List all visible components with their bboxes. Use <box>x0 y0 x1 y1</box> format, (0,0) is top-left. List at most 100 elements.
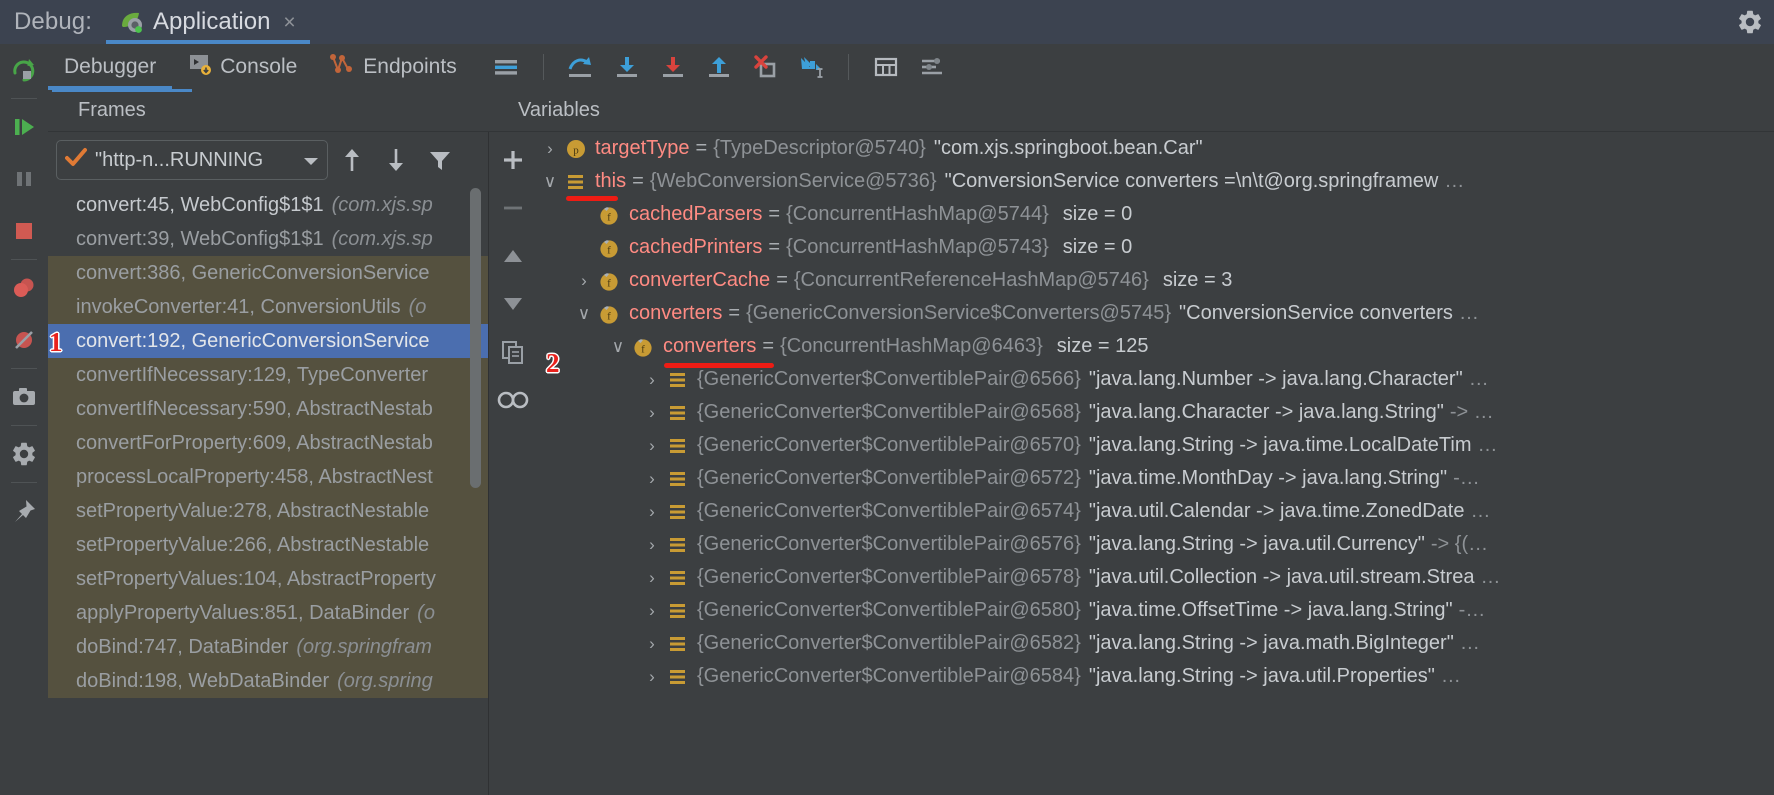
frame-row[interactable]: convertIfNecessary:129, TypeConverter <box>48 358 488 392</box>
chevron-right-icon[interactable]: › <box>639 627 665 660</box>
chevron-right-icon[interactable]: › <box>639 660 665 693</box>
variable-name: converterCache <box>629 264 770 297</box>
frame-row[interactable]: convert:192, GenericConversionService <box>48 324 488 358</box>
frame-row[interactable]: convert:39, WebConfig$1$1(com.xjs.sp <box>48 222 488 256</box>
variable-overflow: -> … <box>1450 396 1494 429</box>
frame-row[interactable]: setPropertyValue:266, AbstractNestable <box>48 528 488 562</box>
frame-row[interactable]: doBind:198, WebDataBinder(org.spring <box>48 664 488 698</box>
remove-watch-icon[interactable] <box>489 184 537 232</box>
variable-row[interactable]: ›{GenericConverter$ConvertiblePair@6572}… <box>537 462 1774 495</box>
variable-row[interactable]: ∨this={WebConversionService@5736}"Conver… <box>537 165 1774 198</box>
tab-endpoints[interactable]: Endpoints <box>313 44 472 90</box>
tab-application[interactable]: Application × <box>106 0 310 44</box>
move-up-icon[interactable] <box>332 140 372 180</box>
resume-program-icon[interactable] <box>0 101 48 153</box>
run-to-cursor-icon[interactable] <box>788 44 834 90</box>
layout-settings-icon[interactable] <box>483 44 529 90</box>
close-icon[interactable]: × <box>283 12 295 33</box>
move-down-icon[interactable] <box>376 140 416 180</box>
variable-row[interactable]: ›{GenericConverter$ConvertiblePair@6568}… <box>537 396 1774 429</box>
field-icon: f <box>631 335 657 359</box>
debugger-tabstrip: Debugger Console <box>48 44 1774 90</box>
drop-frame-icon[interactable] <box>742 44 788 90</box>
chevron-down-icon[interactable]: ∨ <box>605 330 631 363</box>
step-out-icon[interactable] <box>696 44 742 90</box>
variable-value: "java.lang.Number -> java.lang.Character… <box>1089 363 1463 396</box>
variables-tree[interactable]: ›ptargetType={TypeDescriptor@5740}"com.x… <box>537 132 1774 795</box>
variable-row[interactable]: ∨fconverters={GenericConversionService$C… <box>537 297 1774 330</box>
chevron-right-icon[interactable]: › <box>639 528 665 561</box>
frame-row[interactable]: invokeConverter:41, ConversionUtils(o <box>48 290 488 324</box>
mute-breakpoints-icon[interactable] <box>0 314 48 366</box>
settings-gear-icon[interactable] <box>0 428 48 480</box>
pin-icon[interactable] <box>0 485 48 537</box>
chevron-right-icon[interactable]: › <box>639 561 665 594</box>
pause-program-icon[interactable] <box>0 153 48 205</box>
chevron-right-icon[interactable]: › <box>639 594 665 627</box>
inspect-icon[interactable] <box>489 376 537 424</box>
camera-icon[interactable] <box>0 371 48 423</box>
frame-method: convertForProperty:609, AbstractNestab <box>76 432 433 455</box>
tab-console[interactable]: Console <box>172 44 313 90</box>
frame-row[interactable]: convert:386, GenericConversionService <box>48 256 488 290</box>
variable-row[interactable]: ›{GenericConverter$ConvertiblePair@6574}… <box>537 495 1774 528</box>
frame-row[interactable]: setPropertyValues:104, AbstractProperty <box>48 562 488 596</box>
variable-row[interactable]: ›{GenericConverter$ConvertiblePair@6576}… <box>537 528 1774 561</box>
frame-row[interactable]: convertForProperty:609, AbstractNestab <box>48 426 488 460</box>
move-watch-down-icon[interactable] <box>489 280 537 328</box>
copy-value-icon[interactable] <box>489 328 537 376</box>
chevron-down-icon[interactable]: ∨ <box>571 297 597 330</box>
parameter-icon: p <box>563 138 589 160</box>
frame-row[interactable]: processLocalProperty:458, AbstractNest <box>48 460 488 494</box>
frames-panel-header: Frames <box>48 90 488 132</box>
chevron-right-icon[interactable]: › <box>639 363 665 396</box>
show-execution-point-icon[interactable] <box>909 44 955 90</box>
frame-row[interactable]: doBind:747, DataBinder(org.springfram <box>48 630 488 664</box>
frames-scrollbar[interactable] <box>470 188 481 488</box>
force-step-into-icon[interactable] <box>650 44 696 90</box>
variable-row[interactable]: › {GenericConverter$ConvertiblePair@6582}… <box>537 627 1774 660</box>
object-icon <box>665 502 691 522</box>
variable-row[interactable]: fcachedParsers={ConcurrentHashMap@5744}s… <box>537 198 1774 231</box>
variable-row[interactable]: fcachedPrinters={ConcurrentHashMap@5743}… <box>537 231 1774 264</box>
frame-row[interactable]: setPropertyValue:278, AbstractNestable <box>48 494 488 528</box>
tab-debugger[interactable]: Debugger <box>48 44 172 90</box>
equals-sign: = <box>768 231 780 264</box>
variable-type: {GenericConverter$ConvertiblePair@6582} <box>697 627 1081 660</box>
gear-icon[interactable] <box>1736 8 1764 36</box>
chevron-down-icon[interactable]: ∨ <box>537 165 563 198</box>
frame-row[interactable]: applyPropertyValues:851, DataBinder(o <box>48 596 488 630</box>
view-breakpoints-icon[interactable] <box>0 262 48 314</box>
rerun-icon[interactable] <box>0 44 48 96</box>
chevron-right-icon[interactable]: › <box>639 495 665 528</box>
frame-package: (o <box>417 602 435 625</box>
evaluate-expression-icon[interactable] <box>863 44 909 90</box>
variable-row[interactable]: ›{GenericConverter$ConvertiblePair@6584}… <box>537 660 1774 693</box>
chevron-right-icon[interactable]: › <box>639 429 665 462</box>
chevron-right-icon[interactable]: › <box>537 132 563 165</box>
move-watch-up-icon[interactable] <box>489 232 537 280</box>
filter-icon[interactable] <box>420 140 460 180</box>
chevron-right-icon[interactable]: › <box>639 462 665 495</box>
variable-overflow: … <box>1459 297 1479 330</box>
frame-row[interactable]: convert:45, WebConfig$1$1(com.xjs.sp <box>48 188 488 222</box>
debug-label: Debug: <box>14 8 92 36</box>
thread-selector[interactable]: "http-n...RUNNING <box>56 140 328 180</box>
add-watch-icon[interactable] <box>489 136 537 184</box>
stop-icon[interactable] <box>0 205 48 257</box>
variable-row[interactable]: ›{GenericConverter$ConvertiblePair@6570}… <box>537 429 1774 462</box>
step-into-icon[interactable] <box>604 44 650 90</box>
chevron-right-icon[interactable]: › <box>571 264 597 297</box>
variable-value: "java.lang.String -> java.util.Propertie… <box>1089 660 1435 693</box>
variable-name: targetType <box>595 132 690 165</box>
frames-list[interactable]: convert:45, WebConfig$1$1(com.xjs.spconv… <box>48 188 488 795</box>
variable-row[interactable]: ›{GenericConverter$ConvertiblePair@6578}… <box>537 561 1774 594</box>
variable-row[interactable]: ›fconverterCache={ConcurrentReferenceHas… <box>537 264 1774 297</box>
variable-value: "java.lang.String -> java.math.BigIntege… <box>1089 627 1454 660</box>
variable-row[interactable]: ›{GenericConverter$ConvertiblePair@6580}… <box>537 594 1774 627</box>
step-over-icon[interactable] <box>558 44 604 90</box>
variable-row[interactable]: ›ptargetType={TypeDescriptor@5740}"com.x… <box>537 132 1774 165</box>
variable-row[interactable]: ∨fconverters={ConcurrentHashMap@6463}siz… <box>537 330 1774 363</box>
chevron-right-icon[interactable]: › <box>639 396 665 429</box>
frame-row[interactable]: convertIfNecessary:590, AbstractNestab <box>48 392 488 426</box>
